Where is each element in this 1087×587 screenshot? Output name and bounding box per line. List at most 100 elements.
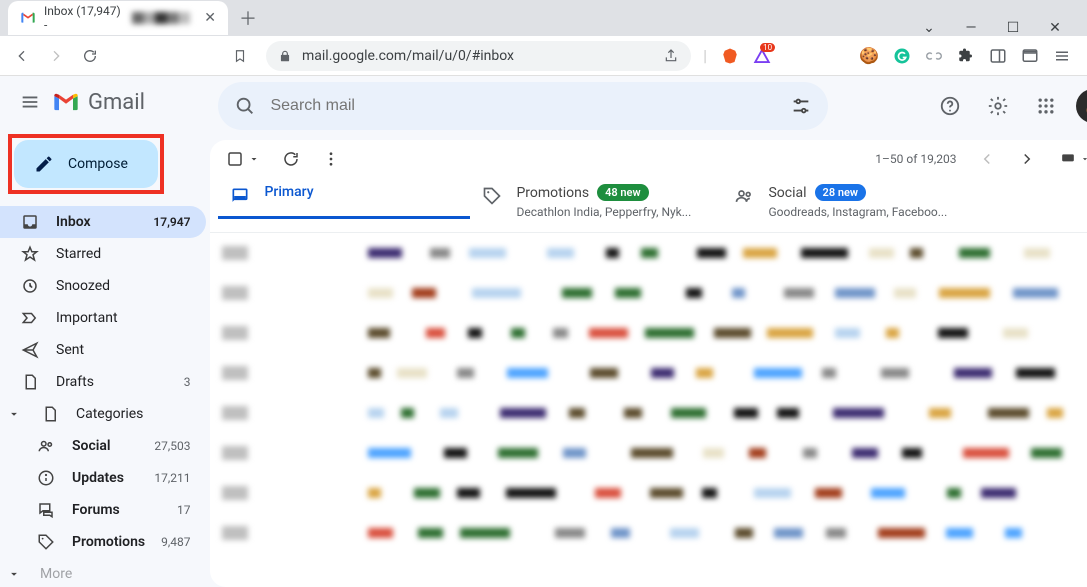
search-icon — [234, 95, 256, 117]
nav-label: Snoozed — [56, 278, 110, 294]
caret-down-icon[interactable] — [4, 407, 24, 421]
mail-row[interactable] — [210, 393, 1087, 433]
mail-panel: 1–50 of 19,203 Primary Promotions48 new … — [210, 140, 1087, 587]
extensions-icon[interactable] — [957, 47, 975, 65]
star-icon — [20, 245, 40, 263]
url-bar[interactable]: mail.google.com/mail/u/0/#inbox — [266, 41, 691, 71]
reload-button[interactable] — [76, 42, 104, 70]
nav-count: 3 — [184, 375, 191, 389]
sidebar-item-sent[interactable]: Sent — [0, 334, 206, 366]
nav-count: 27,503 — [154, 439, 190, 453]
link-icon[interactable] — [925, 47, 943, 65]
mail-list — [210, 233, 1087, 587]
nav-count: 17 — [177, 503, 191, 517]
input-tools-icon[interactable] — [1058, 152, 1087, 166]
mail-row[interactable] — [210, 273, 1087, 313]
sidebar-item-snoozed[interactable]: Snoozed — [0, 270, 206, 302]
nav-count: 9,487 — [161, 535, 190, 549]
forward-button[interactable] — [42, 42, 70, 70]
tab-social-sub: Goodreads, Instagram, Faceboo... — [768, 205, 947, 219]
tab-social-label: Social — [768, 185, 806, 201]
brave-icon[interactable] — [721, 47, 739, 65]
mail-row[interactable] — [210, 513, 1087, 553]
tag-icon — [482, 186, 502, 219]
inbox-icon — [230, 186, 250, 206]
nav-label: Promotions — [72, 534, 145, 550]
forum-icon — [36, 501, 56, 519]
important-icon — [20, 309, 40, 327]
nav-label: Categories — [76, 406, 143, 422]
search-bar[interactable] — [218, 82, 828, 130]
nav-label: Updates — [72, 470, 124, 486]
browser-menu-icon[interactable] — [1053, 47, 1071, 65]
nav-count: 17,947 — [153, 215, 190, 229]
compose-button[interactable]: Compose — [14, 140, 158, 188]
tab-primary[interactable]: Primary — [218, 178, 470, 219]
triangle-icon[interactable]: 10 — [753, 47, 771, 65]
search-options-icon[interactable] — [790, 95, 812, 117]
sidebar-item-inbox[interactable]: Inbox17,947 — [0, 206, 206, 238]
sidepanel-icon[interactable] — [989, 47, 1007, 65]
sidebar-item-social[interactable]: Social27,503 — [0, 430, 206, 462]
close-tab-icon[interactable]: ✕ — [204, 10, 216, 26]
select-all[interactable] — [226, 150, 260, 168]
nav-count: 17,211 — [154, 471, 190, 485]
send-icon — [20, 341, 40, 359]
main-menu-icon[interactable] — [18, 90, 42, 114]
gmail-logo[interactable]: Gmail — [52, 88, 145, 116]
bookmark-icon[interactable] — [226, 42, 254, 70]
sidebar-item-starred[interactable]: Starred — [0, 238, 206, 270]
divider: | — [703, 46, 707, 65]
clock-icon — [20, 277, 40, 295]
minimize-window-icon[interactable]: — — [959, 20, 983, 36]
tab-promotions[interactable]: Promotions48 new Decathlon India, Pepper… — [470, 178, 722, 232]
new-tab-button[interactable]: ＋ — [234, 4, 262, 32]
google-apps-icon[interactable] — [1028, 88, 1064, 124]
lock-icon — [278, 49, 292, 63]
browser-tab[interactable]: Inbox (17,947) - ✕ — [8, 1, 228, 35]
search-input[interactable] — [270, 97, 776, 115]
tab-social[interactable]: Social28 new Goodreads, Instagram, Faceb… — [722, 178, 974, 232]
close-window-icon[interactable]: ✕ — [1043, 20, 1067, 36]
nav-label: Drafts — [56, 374, 94, 390]
file-icon — [40, 405, 60, 423]
refresh-button[interactable] — [282, 150, 300, 168]
pagination-text: 1–50 of 19,203 — [875, 152, 956, 166]
sidebar-item-forums[interactable]: Forums 17 — [0, 494, 206, 526]
mail-row[interactable] — [210, 313, 1087, 353]
sidebar-item-drafts[interactable]: Drafts 3 — [0, 366, 206, 398]
mail-row[interactable] — [210, 233, 1087, 273]
more-menu-icon[interactable] — [322, 150, 340, 168]
maximize-window-icon[interactable]: ☐ — [1001, 20, 1025, 36]
mail-row[interactable] — [210, 473, 1087, 513]
wallet-icon[interactable] — [1021, 47, 1039, 65]
pencil-icon — [34, 154, 54, 174]
tab-promotions-sub: Decathlon India, Pepperfry, Nyk... — [516, 205, 691, 219]
share-icon[interactable] — [663, 48, 679, 64]
account-avatar[interactable] — [1076, 89, 1087, 123]
people-icon — [36, 437, 56, 455]
sidebar-item-promotions[interactable]: Promotions 9,487 — [0, 526, 206, 558]
chevron-down-icon[interactable]: ⌄ — [917, 20, 941, 36]
sidebar-item-updates[interactable]: Updates 17,211 — [0, 462, 206, 494]
nav-label: Forums — [72, 502, 120, 518]
sidebar: Gmail Compose Inbox17,947 Starred Snoozed I… — [0, 76, 206, 587]
caret-down-icon[interactable] — [248, 153, 260, 165]
mail-row[interactable] — [210, 353, 1087, 393]
sidebar-item-more[interactable]: More — [0, 558, 206, 587]
cookie-icon[interactable]: 🍪 — [859, 46, 879, 65]
settings-icon[interactable] — [980, 88, 1016, 124]
sidebar-item-categories[interactable]: Categories — [0, 398, 206, 430]
nav-label: Starred — [56, 246, 101, 262]
prev-page-button[interactable] — [978, 150, 996, 168]
gmail-favicon — [20, 10, 36, 26]
file-icon — [20, 373, 40, 391]
tab-primary-label: Primary — [264, 184, 313, 200]
sidebar-item-important[interactable]: Important — [0, 302, 206, 334]
back-button[interactable] — [8, 42, 36, 70]
grammarly-icon[interactable] — [893, 47, 911, 65]
next-page-button[interactable] — [1018, 150, 1036, 168]
support-icon[interactable] — [932, 88, 968, 124]
nav-label: Important — [56, 310, 118, 326]
mail-row[interactable] — [210, 433, 1087, 473]
